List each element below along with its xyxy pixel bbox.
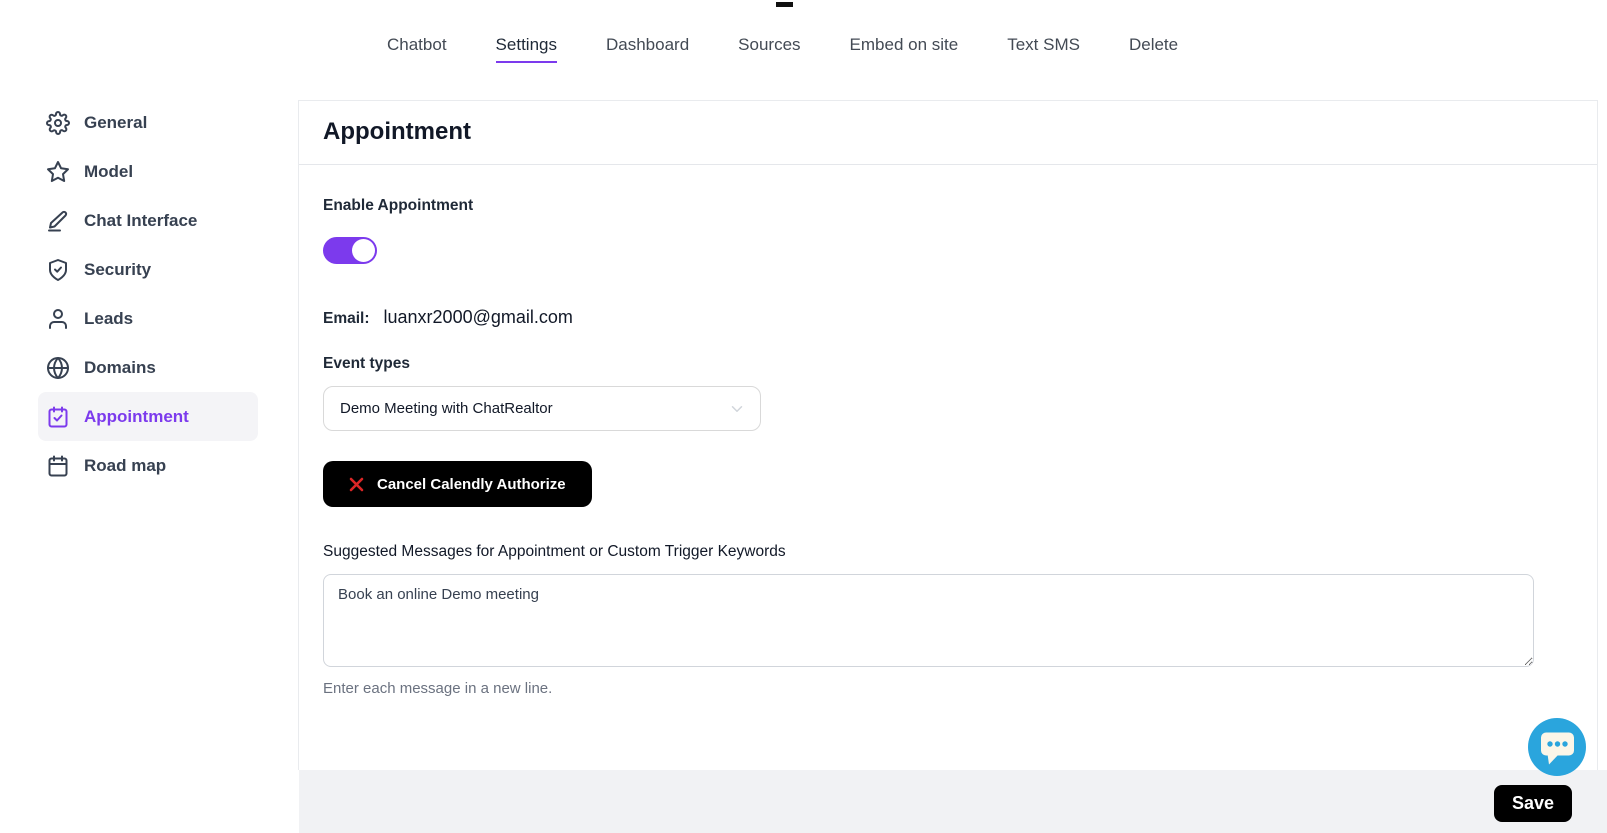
gear-icon [46,111,70,135]
top-navigation: Chatbot Settings Dashboard Sources Embed… [387,35,1178,63]
cancel-calendly-authorize-button[interactable]: Cancel Calendly Authorize [323,461,592,507]
email-value: luanxr2000@gmail.com [384,307,573,328]
sidebar-item-label: General [84,113,147,133]
sidebar-item-general[interactable]: General [38,98,258,147]
event-types-selected-value: Demo Meeting with ChatRealtor [340,400,553,417]
star-icon [46,160,70,184]
email-row: Email: luanxr2000@gmail.com [323,307,1573,328]
sidebar-item-model[interactable]: Model [38,147,258,196]
save-bar: Save [299,770,1607,833]
enable-appointment-toggle[interactable] [323,237,377,264]
sidebar-item-road-map[interactable]: Road map [38,441,258,490]
appointment-settings-panel: Appointment Enable Appointment Email: lu… [298,100,1598,770]
tab-text-sms[interactable]: Text SMS [1007,35,1080,63]
event-types-select[interactable]: Demo Meeting with ChatRealtor [323,386,761,431]
sidebar-item-domains[interactable]: Domains [38,343,258,392]
tab-delete[interactable]: Delete [1129,35,1178,63]
event-types-label: Event types [323,355,1573,373]
save-button[interactable]: Save [1494,785,1572,822]
enable-appointment-label: Enable Appointment [323,197,1573,215]
sidebar-item-label: Appointment [84,407,189,427]
sidebar-item-security[interactable]: Security [38,245,258,294]
calendar-check-icon [46,405,70,429]
sidebar-item-label: Security [84,260,151,280]
calendar-icon [46,454,70,478]
email-label: Email: [323,310,370,328]
cancel-calendly-authorize-label: Cancel Calendly Authorize [377,476,566,493]
chat-bubble-icon [1528,718,1586,776]
tab-settings[interactable]: Settings [496,35,557,63]
suggested-messages-label: Suggested Messages for Appointment or Cu… [323,543,1573,561]
sidebar-item-label: Leads [84,309,133,329]
suggested-messages-textarea[interactable]: Book an online Demo meeting [323,574,1534,667]
toggle-knob [352,239,375,262]
x-icon [349,477,364,492]
tab-chatbot[interactable]: Chatbot [387,35,447,63]
chevron-down-icon [728,400,746,418]
page-title: Appointment [323,118,1573,146]
suggested-messages-help-text: Enter each message in a new line. [323,680,1573,697]
chat-widget-button[interactable] [1528,718,1586,776]
user-icon [46,307,70,331]
sidebar-item-label: Model [84,162,133,182]
tab-sources[interactable]: Sources [738,35,800,63]
pencil-icon [46,209,70,233]
tab-dashboard[interactable]: Dashboard [606,35,689,63]
shield-check-icon [46,258,70,282]
tab-embed-on-site[interactable]: Embed on site [850,35,959,63]
panel-header: Appointment [299,101,1597,165]
panel-body: Enable Appointment Email: luanxr2000@gma… [299,197,1597,697]
globe-icon [46,356,70,380]
settings-sidebar: General Model Chat Interface Security Le [38,98,258,490]
sidebar-item-label: Road map [84,456,166,476]
window-title-dash [776,2,793,7]
sidebar-item-label: Domains [84,358,156,378]
sidebar-item-leads[interactable]: Leads [38,294,258,343]
sidebar-item-chat-interface[interactable]: Chat Interface [38,196,258,245]
page: Chatbot Settings Dashboard Sources Embed… [0,0,1607,833]
sidebar-item-label: Chat Interface [84,211,197,231]
sidebar-item-appointment[interactable]: Appointment [38,392,258,441]
